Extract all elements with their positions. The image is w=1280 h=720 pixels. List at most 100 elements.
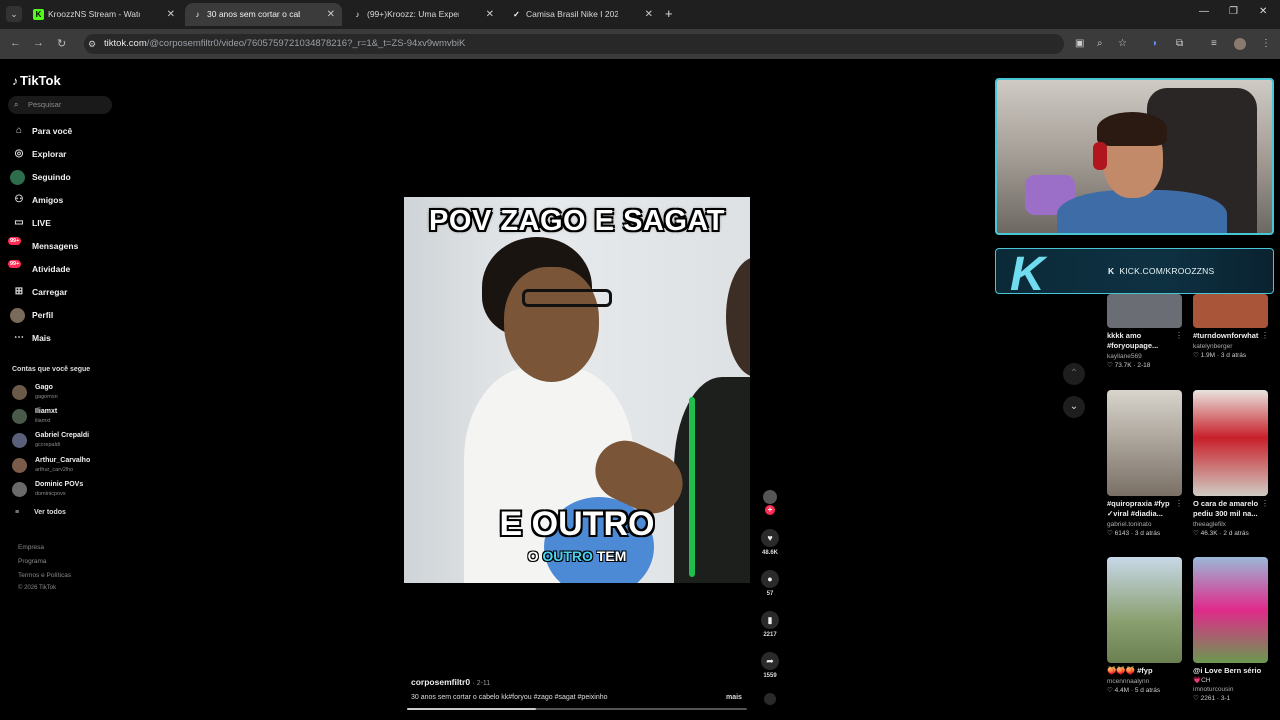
nav-for-you[interactable]: ⌂ Para você: [10, 122, 115, 140]
nav-following[interactable]: Seguindo: [10, 168, 115, 186]
forward-icon[interactable]: →: [33, 37, 44, 49]
music-disc-icon: [764, 693, 776, 705]
nav-friends[interactable]: ⚇ Amigos: [10, 191, 115, 209]
extensions-puzzle-icon[interactable]: ⧉: [1176, 38, 1183, 49]
tiktok-logo[interactable]: ♪ TikTok: [12, 73, 61, 88]
streamer-webcam: [995, 78, 1274, 235]
sound-disc-action[interactable]: [758, 693, 782, 705]
followed-account[interactable]: Gabriel Crepaldi gccrepaldi: [12, 430, 117, 452]
video-progress-bar[interactable]: [407, 708, 747, 710]
nav-more[interactable]: ⋯ Mais: [10, 329, 115, 347]
url-field[interactable]: tiktok.com/@corposemfiltr0/video/7605759…: [84, 34, 1064, 54]
video-description: 30 anos sem cortar o cabelo kk#foryou #z…: [411, 694, 608, 701]
account-name: Gabriel Crepaldi: [35, 432, 90, 439]
creator-avatar[interactable]: [763, 490, 777, 504]
followed-account[interactable]: Dominic POVs dominicpovs: [12, 479, 117, 501]
tab-search-button[interactable]: ⌄: [6, 6, 22, 22]
tab-nike-shirt[interactable]: ✓ Camisa Brasil Nike I 2026/27 Jo ✕: [504, 3, 660, 26]
followed-account[interactable]: Iliamxt iliamxt: [12, 406, 117, 428]
nav-label: Explorar: [32, 149, 67, 159]
bookmark-star-icon[interactable]: ☆: [1118, 38, 1127, 49]
nav-label: Amigos: [32, 195, 64, 205]
rec-meta: ♡ 4.4M · 5 d atrás: [1107, 687, 1161, 694]
zoom-icon[interactable]: ⌕: [1097, 38, 1103, 49]
tab-title: 30 anos sem cortar o cabelo: o: [207, 9, 300, 19]
site-info-icon[interactable]: ⚙: [88, 39, 96, 50]
heart-icon: ♥: [761, 529, 779, 547]
tab-kick-stream[interactable]: K KroozzNS Stream - Watch Live ✕: [26, 3, 182, 26]
tab-tiktok-video[interactable]: ♪ 30 anos sem cortar o cabelo: o ✕: [185, 3, 342, 26]
caption-part: TEM: [592, 548, 627, 564]
next-video-button[interactable]: ⌄: [1063, 396, 1085, 418]
reload-icon[interactable]: ↻: [57, 37, 66, 50]
rec-more-icon[interactable]: ⋮: [1261, 331, 1269, 340]
media-control-icon[interactable]: ≡: [1211, 38, 1217, 49]
followed-account[interactable]: Gago gagomsn: [12, 382, 117, 404]
follow-plus-button[interactable]: +: [765, 505, 775, 515]
rec-card[interactable]: kkkk amo #foryoupage... kayllane569 ♡ 73…: [1107, 222, 1187, 369]
footer-program-link[interactable]: Programa: [18, 558, 47, 565]
footer-terms-link[interactable]: Termos e Políticas: [18, 572, 71, 579]
account-handle: iliamxt: [35, 418, 51, 424]
cast-icon[interactable]: ▣: [1075, 38, 1084, 49]
video-player[interactable]: POV ZAGO E SAGAT E OUTRO O OUTRO TEM: [404, 197, 750, 583]
activity-badge: 99+: [8, 260, 22, 268]
rec-user: mcennnaalynn: [1107, 678, 1150, 685]
rec-card[interactable]: 🍑🍑🍑 #fyp mcennnaalynn ♡ 4.4M · 5 d atrás: [1107, 557, 1187, 694]
rec-thumbnail: [1107, 390, 1182, 496]
extension-icon[interactable]: ◗: [1152, 38, 1158, 49]
browser-menu-icon[interactable]: ⋮: [1261, 38, 1271, 49]
tiktok-note-icon: ♪: [12, 74, 18, 88]
like-action[interactable]: ♥ 48.6K: [758, 529, 782, 556]
nav-label: Mensagens: [32, 241, 79, 251]
description-more-button[interactable]: mais: [726, 694, 742, 701]
maximize-icon[interactable]: ❐: [1229, 6, 1238, 17]
rec-card[interactable]: #turndownforwhat katelynberger ♡ 1.9M · …: [1193, 222, 1273, 359]
tab-close-icon[interactable]: ✕: [167, 3, 175, 26]
comment-icon: ●: [761, 570, 779, 588]
rec-card[interactable]: #quiropraxia #fyp ✓viral #diadia... gabr…: [1107, 390, 1187, 537]
previous-video-button[interactable]: ⌃: [1063, 363, 1085, 385]
footer-company-link[interactable]: Empresa: [18, 544, 44, 551]
video-progress-fill: [407, 708, 537, 710]
rec-meta: ♡ 73.7K · 2-18: [1107, 362, 1151, 369]
kick-logo-icon: K: [1010, 248, 1045, 301]
followed-account[interactable]: Arthur_Carvalho arthur_carv2lho: [12, 455, 117, 477]
save-action[interactable]: ▮ 2217: [758, 611, 782, 638]
tab-close-icon[interactable]: ✕: [327, 3, 335, 26]
back-icon[interactable]: ←: [10, 37, 21, 49]
video-author[interactable]: corposemfiltr0 · 2-11: [411, 677, 490, 687]
see-all-button[interactable]: ≡ Ver todos: [12, 509, 66, 516]
search-icon: ⌕: [14, 100, 19, 109]
rec-title: @i Love Bern sério: [1193, 666, 1262, 675]
footer-copyright: © 2026 TikTok: [18, 585, 57, 591]
tiktok-favicon-icon: ♪: [195, 10, 200, 19]
close-window-icon[interactable]: ✕: [1259, 6, 1267, 17]
rec-more-icon[interactable]: ⋮: [1175, 331, 1183, 340]
home-icon: ⌂: [15, 125, 23, 136]
minimize-icon[interactable]: —: [1199, 6, 1209, 17]
rec-card[interactable]: O cara de amarelo pediu 300 mil na... th…: [1193, 390, 1273, 537]
webcam-headset: [1093, 142, 1107, 170]
nav-explore[interactable]: ◎ Explorar: [10, 145, 115, 163]
nav-messages[interactable]: 99+ Mensagens: [8, 237, 115, 255]
rec-card[interactable]: @i Love Bern sério 💗CH imnoturcousin ♡ 2…: [1193, 557, 1273, 702]
search-input[interactable]: ⌕ Pesquisar: [8, 96, 112, 114]
comment-action[interactable]: ● 57: [758, 570, 782, 597]
rec-meta: ♡ 2261 · 3-1: [1193, 695, 1231, 702]
tab-close-icon[interactable]: ✕: [486, 3, 494, 26]
profile-avatar[interactable]: [1234, 38, 1246, 50]
following-section-title: Contas que você segue: [12, 366, 91, 373]
nav-profile[interactable]: Perfil: [10, 306, 115, 324]
tab-tiktok-profile[interactable]: ♪ (99+)Kroozz: Uma Experiência ✕: [345, 3, 501, 26]
nav-activity[interactable]: 99+ Atividade: [8, 260, 115, 278]
rec-more-icon[interactable]: ⋮: [1261, 499, 1269, 508]
share-action[interactable]: ➦ 1559: [758, 652, 782, 679]
new-tab-button[interactable]: +: [665, 6, 673, 21]
nav-upload[interactable]: ⊞ Carregar: [10, 283, 115, 301]
nav-live[interactable]: ▭ LIVE: [10, 214, 115, 232]
rec-thumbnail: [1193, 557, 1268, 663]
rec-user: katelynberger: [1193, 343, 1233, 350]
rec-more-icon[interactable]: ⋮: [1175, 499, 1183, 508]
tab-close-icon[interactable]: ✕: [645, 3, 653, 26]
